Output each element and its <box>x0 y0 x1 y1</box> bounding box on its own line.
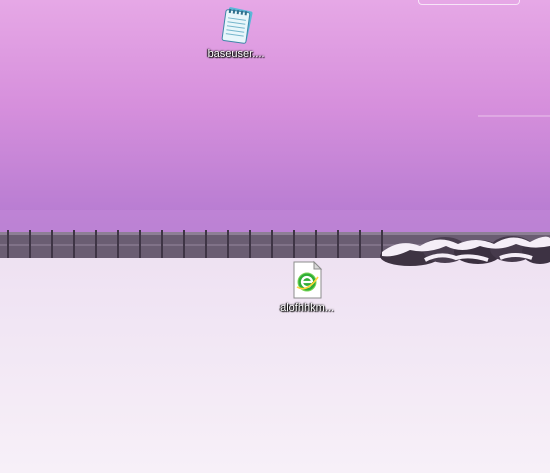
desktop: baseuser.... alofhhkm... <box>0 0 550 473</box>
desktop-icon-label: baseuser.... <box>207 48 265 60</box>
desktop-icon-html-file[interactable]: alofhhkm... <box>267 260 347 315</box>
desktop-icon-label: alofhhkm... <box>280 302 334 314</box>
desktop-wallpaper <box>0 0 550 473</box>
html-document-icon <box>293 260 323 299</box>
desktop-icon-notepad-file[interactable]: baseuser.... <box>196 6 276 61</box>
window-edge <box>418 0 520 5</box>
notepad-file-icon <box>221 7 253 44</box>
